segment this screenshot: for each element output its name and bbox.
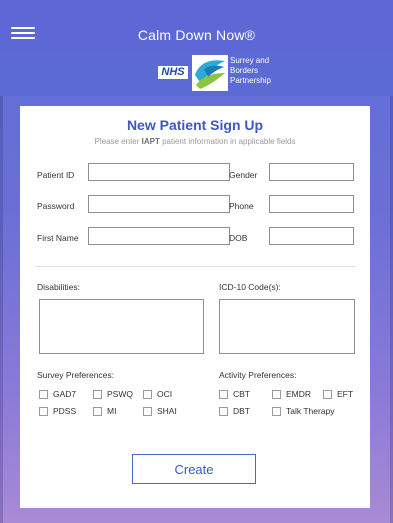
checkbox-box[interactable] bbox=[219, 406, 228, 416]
dob-label: DOB bbox=[229, 233, 248, 243]
gender-field[interactable] bbox=[269, 163, 354, 181]
checkbox-label: Talk Therapy bbox=[286, 406, 335, 416]
checkbox-box[interactable] bbox=[272, 389, 281, 399]
checkbox-label: PDSS bbox=[53, 406, 77, 416]
section-divider bbox=[35, 266, 355, 267]
checkbox-pswq[interactable]: PSWQ bbox=[93, 389, 133, 399]
survey-preferences-label: Survey Preferences: bbox=[37, 370, 115, 380]
partner-line-3: Partnership bbox=[230, 76, 271, 85]
phone-field[interactable] bbox=[269, 195, 354, 213]
checkbox-box[interactable] bbox=[143, 406, 152, 416]
checkbox-box[interactable] bbox=[272, 406, 281, 416]
checkbox-emdr[interactable]: EMDR bbox=[272, 389, 311, 399]
partnership-logo-icon bbox=[192, 55, 228, 91]
patient-id-label: Patient ID bbox=[37, 170, 75, 180]
disabilities-textarea[interactable] bbox=[39, 299, 204, 354]
activity-preferences-label: Activity Preferences: bbox=[219, 370, 297, 380]
checkbox-box[interactable] bbox=[323, 389, 332, 399]
form-subtitle: Please enter IAPT patient information in… bbox=[94, 137, 296, 146]
checkbox-cbt[interactable]: CBT bbox=[219, 389, 250, 399]
checkbox-box[interactable] bbox=[143, 389, 152, 399]
partner-line-2: Borders bbox=[230, 66, 259, 75]
phone-label: Phone bbox=[229, 201, 254, 211]
checkbox-label: EFT bbox=[337, 389, 354, 399]
patient-id-field[interactable] bbox=[88, 163, 230, 181]
password-label: Password bbox=[37, 201, 75, 211]
create-button[interactable]: Create bbox=[132, 454, 256, 484]
checkbox-label: PSWQ bbox=[107, 389, 133, 399]
icd-label: ICD-10 Code(s): bbox=[219, 282, 281, 292]
nhs-logo: NHS bbox=[158, 66, 188, 79]
dob-field[interactable] bbox=[269, 227, 354, 245]
icd-textarea[interactable] bbox=[219, 299, 355, 354]
checkbox-box[interactable] bbox=[39, 406, 48, 416]
password-field[interactable] bbox=[88, 195, 230, 213]
partnership-name: Surrey and Borders Partnership bbox=[230, 56, 300, 86]
checkbox-label: GAD7 bbox=[53, 389, 77, 399]
checkbox-talk-therapy[interactable]: Talk Therapy bbox=[272, 406, 335, 416]
checkbox-oci[interactable]: OCI bbox=[143, 389, 172, 399]
partner-line-1: Surrey and bbox=[230, 56, 270, 65]
first-name-field[interactable] bbox=[88, 227, 230, 245]
checkbox-pdss[interactable]: PDSS bbox=[39, 406, 76, 416]
checkbox-label: SHAI bbox=[157, 406, 177, 416]
checkbox-box[interactable] bbox=[39, 389, 48, 399]
checkbox-label: CBT bbox=[233, 389, 250, 399]
disabilities-label: Disabilities: bbox=[37, 282, 80, 292]
first-name-label: First Name bbox=[37, 233, 79, 243]
checkbox-eft[interactable]: EFT bbox=[323, 389, 353, 399]
checkbox-label: MI bbox=[107, 406, 117, 416]
checkbox-label: DBT bbox=[233, 406, 250, 416]
checkbox-dbt[interactable]: DBT bbox=[219, 406, 250, 416]
checkbox-label: EMDR bbox=[286, 389, 312, 399]
gender-label: Gender bbox=[229, 170, 258, 180]
checkbox-box[interactable] bbox=[93, 406, 102, 416]
checkbox-mi[interactable]: MI bbox=[93, 406, 116, 416]
top-bar bbox=[0, 0, 393, 52]
checkbox-gad7[interactable]: GAD7 bbox=[39, 389, 76, 399]
checkbox-box[interactable] bbox=[93, 389, 102, 399]
checkbox-shai[interactable]: SHAI bbox=[143, 406, 177, 416]
checkbox-label: OCI bbox=[157, 389, 173, 399]
form-title: New Patient Sign Up bbox=[126, 117, 264, 133]
app-title: Calm Down Now® bbox=[137, 27, 256, 43]
checkbox-box[interactable] bbox=[219, 389, 228, 399]
signup-card: New Patient Sign Up Please enter IAPT pa… bbox=[20, 106, 370, 508]
